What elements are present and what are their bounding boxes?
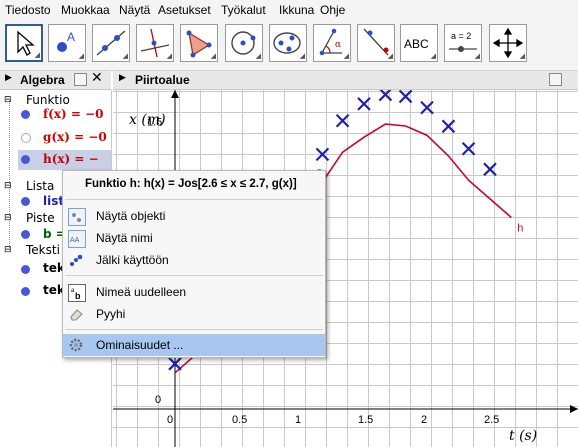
delete-item[interactable]: Pyyhi bbox=[63, 303, 325, 325]
line-tool-button[interactable]: ◢ bbox=[92, 24, 130, 62]
svg-text:AA: AA bbox=[70, 237, 80, 244]
x-tick-label: 2.5 bbox=[484, 414, 499, 426]
collapse-icon[interactable]: ▶ bbox=[5, 73, 12, 83]
polygon-tool-button[interactable]: ◢ bbox=[180, 24, 218, 62]
algebra-view-title: Algebra bbox=[20, 73, 65, 87]
slider-tool-button[interactable]: a = 2 ◢ bbox=[444, 24, 482, 62]
x-axis-label: t (s) bbox=[509, 428, 537, 444]
move-view-tool-button[interactable]: ◢ bbox=[489, 24, 527, 62]
collapse-toggle-icon[interactable]: ⊟ bbox=[4, 95, 12, 105]
section-lista: Lista bbox=[26, 179, 55, 193]
menu-tiedosto[interactable]: Tiedosto bbox=[5, 3, 51, 17]
visibility-toggle-icon[interactable] bbox=[21, 287, 30, 296]
collapse-toggle-icon[interactable]: ⊟ bbox=[4, 213, 12, 223]
algebra-item-f[interactable]: f(x) = −0 bbox=[43, 107, 104, 121]
eraser-icon bbox=[68, 306, 84, 322]
rename-icon: ab bbox=[68, 284, 86, 302]
show-label-item[interactable]: AA Näytä nimi bbox=[63, 227, 325, 249]
y-axis-label: x (m) bbox=[129, 112, 166, 128]
circle-tool-button[interactable]: ◢ bbox=[225, 24, 263, 62]
close-icon[interactable]: ✕ bbox=[91, 70, 103, 86]
algebra-view-header: ▶ Algebra ✕ bbox=[0, 70, 111, 90]
menu-nayta[interactable]: Näytä bbox=[119, 3, 150, 17]
reflect-tool-button[interactable]: ◢ bbox=[357, 24, 395, 62]
visibility-toggle-icon[interactable] bbox=[21, 230, 30, 239]
context-menu: Funktio h: h(x) = Jos[2.6 ≤ x ≤ 2.7, g(x… bbox=[62, 170, 326, 358]
collapse-icon[interactable]: ▶ bbox=[119, 73, 126, 83]
menu-asetukset[interactable]: Asetukset bbox=[158, 3, 211, 17]
graphics-view-title: Piirtoalue bbox=[135, 73, 190, 87]
algebra-item-list[interactable]: list bbox=[43, 194, 64, 208]
trace-icon bbox=[68, 252, 84, 268]
menu-ohje[interactable]: Ohje bbox=[320, 3, 345, 17]
section-teksti: Teksti bbox=[26, 243, 60, 257]
show-object-item[interactable]: Näytä objekti bbox=[63, 205, 325, 227]
menu-ikkuna[interactable]: Ikkuna bbox=[279, 3, 314, 17]
show-object-icon bbox=[68, 208, 86, 226]
visibility-toggle-icon[interactable] bbox=[21, 197, 30, 206]
point-tool-button[interactable]: A ◢ bbox=[48, 24, 86, 62]
trace-on-item[interactable]: Jälki käyttöön bbox=[63, 249, 325, 271]
gear-icon bbox=[68, 337, 84, 353]
undock-icon[interactable] bbox=[74, 73, 87, 86]
toolbar: ◢ A ◢ ◢ ◢ ◢ ◢ ◢ α ◢ ◢ ABC ◢ a = 2 ◢ ◢ bbox=[0, 20, 578, 71]
visibility-toggle-icon[interactable] bbox=[21, 110, 30, 119]
properties-item[interactable]: Ominaisuudet ... bbox=[63, 334, 325, 356]
visibility-toggle-icon[interactable] bbox=[21, 133, 31, 143]
y-tick-label: 0 bbox=[155, 394, 161, 406]
data-point-marker bbox=[335, 113, 350, 128]
algebra-item-g[interactable]: g(x) = −0 bbox=[43, 130, 107, 144]
show-label-icon: AA bbox=[68, 230, 86, 248]
x-tick-label: 1.5 bbox=[358, 414, 373, 426]
algebra-item-h[interactable]: h(x) = − bbox=[43, 152, 99, 166]
text-tool-button[interactable]: ABC ◢ bbox=[400, 24, 438, 62]
collapse-toggle-icon[interactable]: ⊟ bbox=[4, 245, 12, 255]
data-point-marker bbox=[461, 141, 476, 156]
visibility-toggle-icon[interactable] bbox=[21, 265, 30, 274]
section-piste: Piste bbox=[26, 211, 55, 225]
move-tool-button[interactable]: ◢ bbox=[5, 24, 43, 62]
perpendicular-line-tool-button[interactable]: ◢ bbox=[136, 24, 174, 62]
data-point-marker bbox=[398, 90, 413, 104]
svg-text:a = 2: a = 2 bbox=[451, 31, 471, 41]
conic-tool-button[interactable]: ◢ bbox=[269, 24, 307, 62]
context-menu-title: Funktio h: h(x) = Jos[2.6 ≤ x ≤ 2.7, g(x… bbox=[85, 178, 297, 190]
x-tick-label: 0.5 bbox=[232, 414, 247, 426]
menu-tyokalut[interactable]: Työkalut bbox=[221, 3, 266, 17]
menu-bar: Tiedosto Muokkaa Näytä Asetukset Työkalu… bbox=[0, 0, 578, 20]
collapse-toggle-icon[interactable]: ⊟ bbox=[4, 181, 12, 191]
svg-text:ABC: ABC bbox=[404, 37, 429, 51]
angle-tool-button[interactable]: α ◢ bbox=[313, 24, 351, 62]
menu-muokkaa[interactable]: Muokkaa bbox=[61, 3, 110, 17]
svg-text:α: α bbox=[335, 40, 341, 50]
visibility-toggle-icon[interactable] bbox=[21, 155, 30, 164]
x-tick-label: 1 bbox=[295, 414, 301, 426]
rename-item[interactable]: ab Nimeä uudelleen bbox=[63, 281, 325, 303]
curve-label: h bbox=[517, 222, 523, 234]
context-menu-header: Funktio h: h(x) = Jos[2.6 ≤ x ≤ 2.7, g(x… bbox=[63, 171, 325, 199]
svg-text:b: b bbox=[75, 291, 81, 301]
svg-text:A: A bbox=[67, 30, 75, 44]
x-tick-label: 0 bbox=[167, 414, 173, 426]
x-tick-label: 2 bbox=[421, 414, 427, 426]
undock-icon[interactable] bbox=[549, 73, 562, 86]
section-funktio: Funktio bbox=[26, 93, 70, 107]
graphics-view-header: ▶ Piirtoalue bbox=[113, 71, 578, 90]
